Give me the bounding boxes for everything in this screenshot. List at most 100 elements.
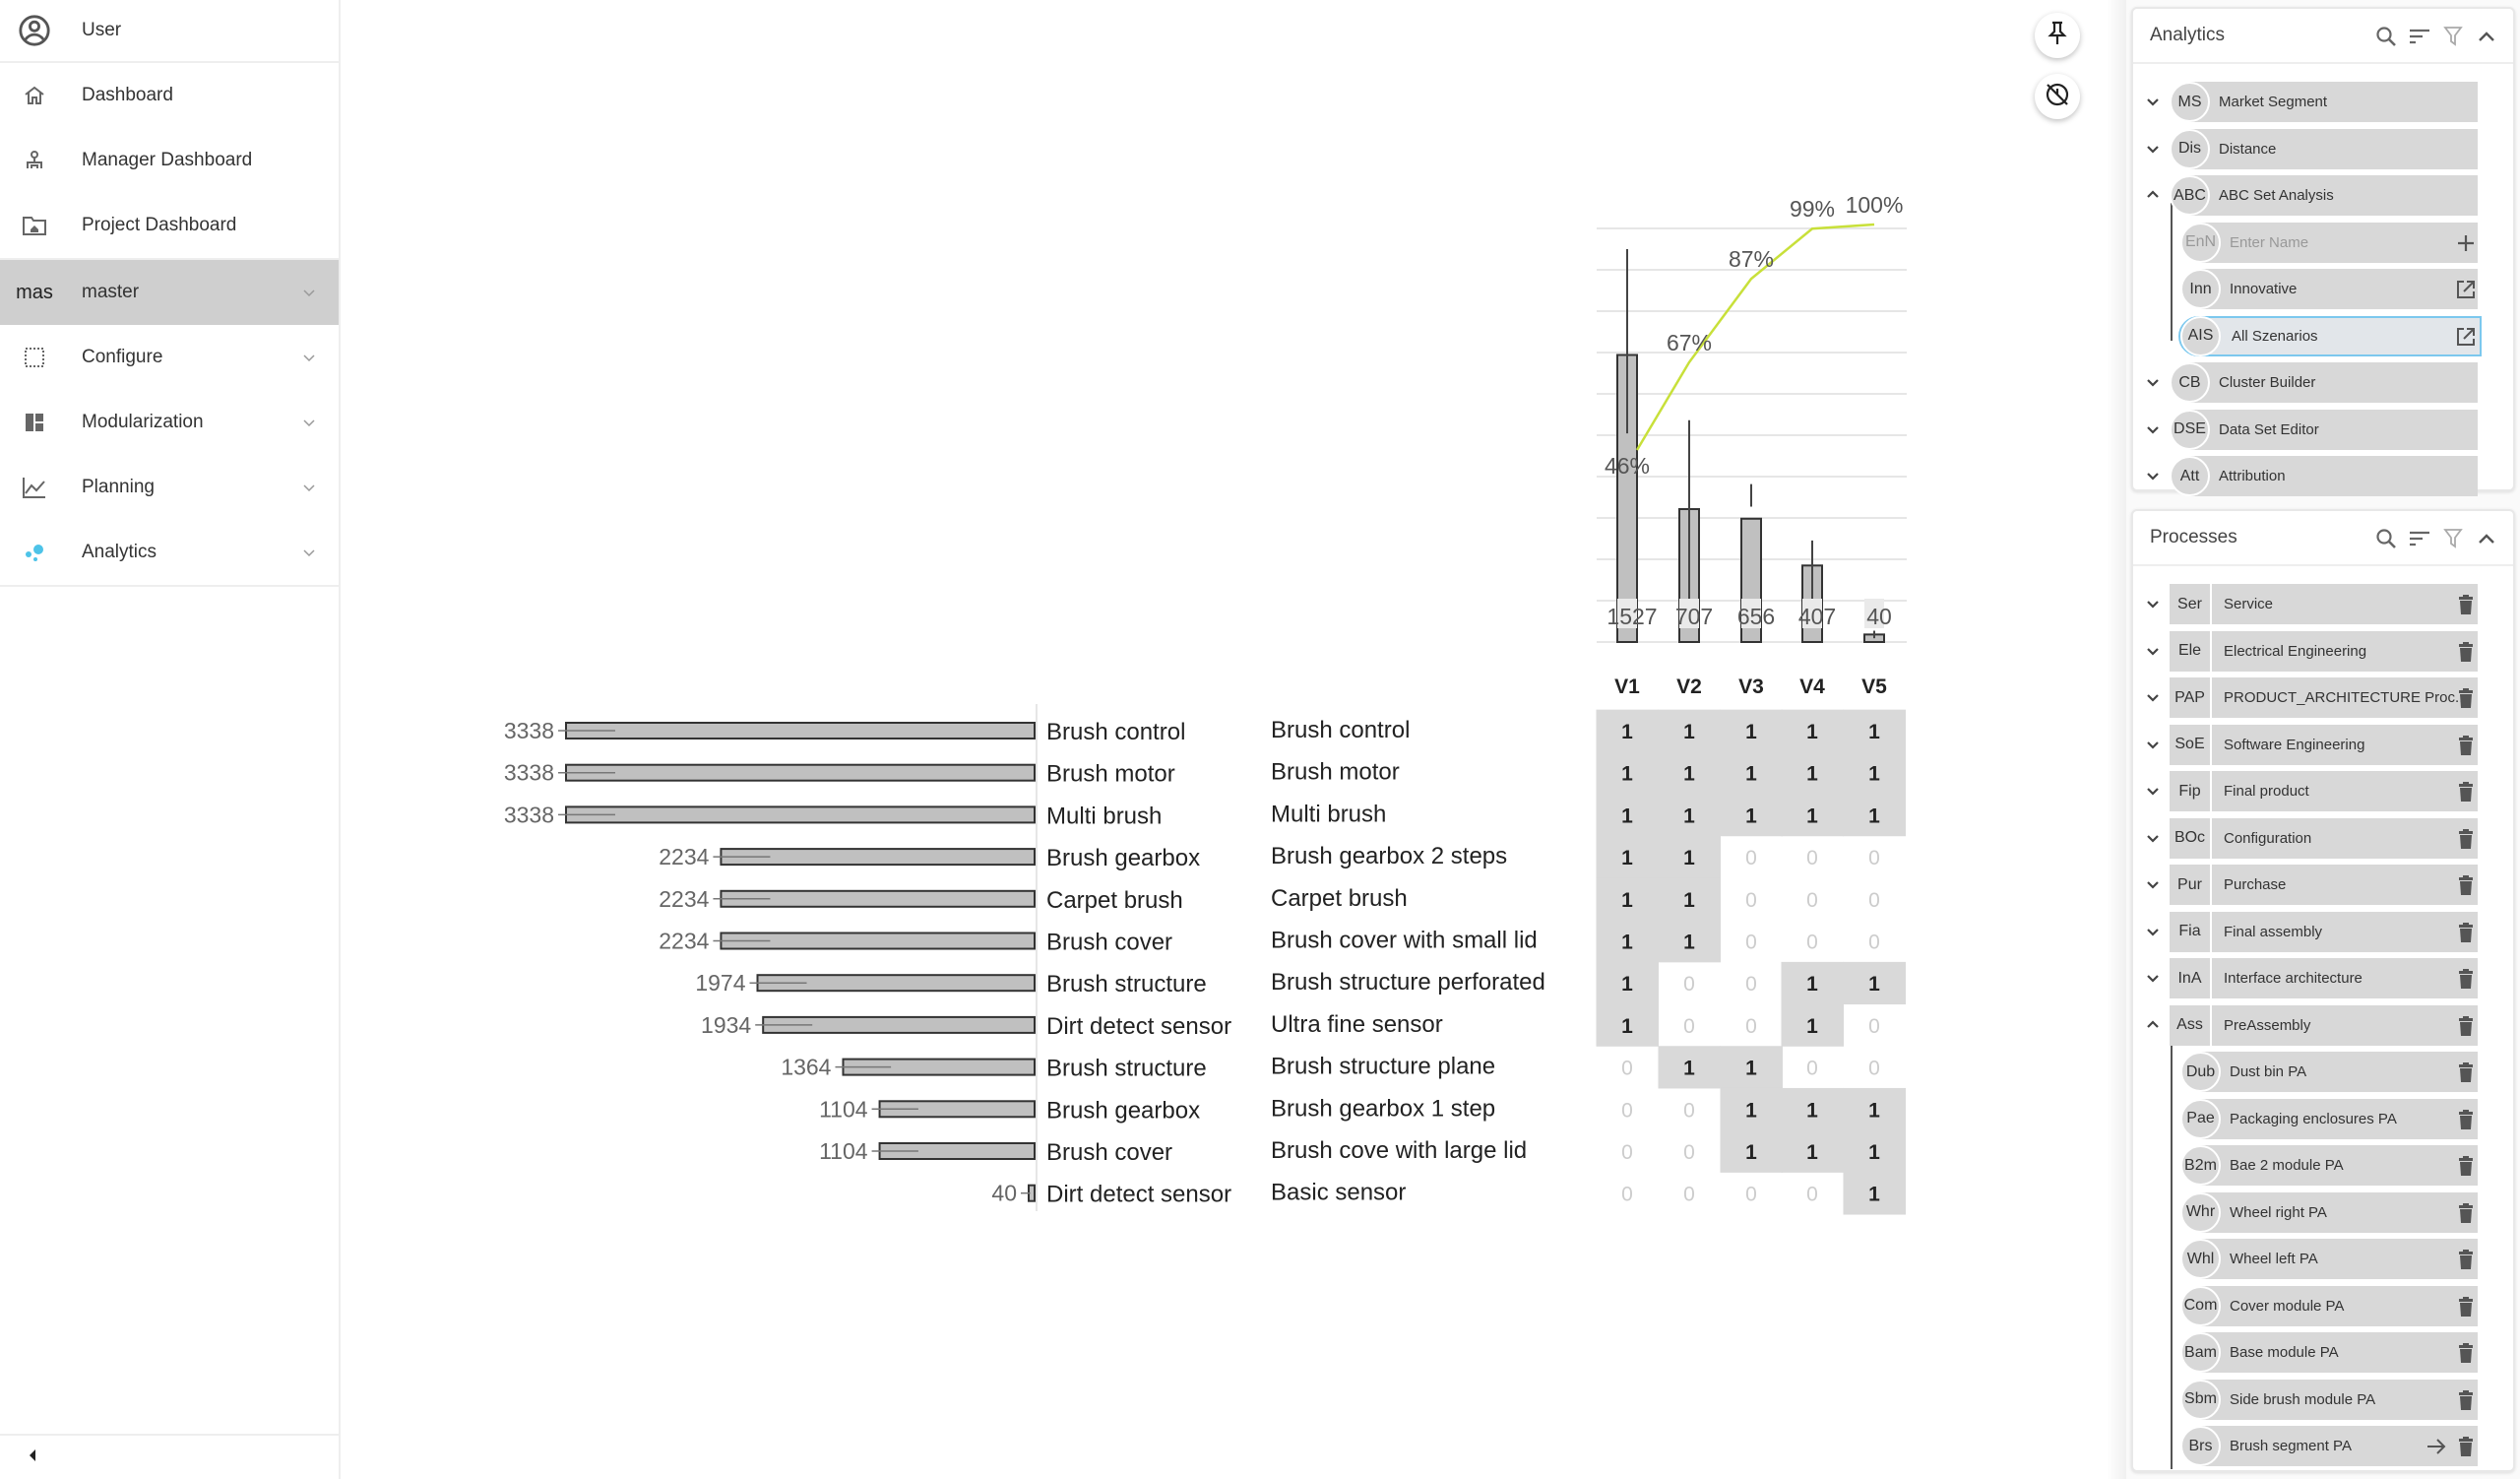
item-label-bar[interactable]: Service [2212, 584, 2478, 624]
chevron-up-icon[interactable] [2474, 24, 2499, 49]
trash-icon[interactable] [2455, 687, 2477, 709]
item-label-bar[interactable]: Wheel right PA [2200, 1191, 2478, 1233]
item-label-bar[interactable]: ABC Set Analysis [2189, 175, 2478, 216]
tree-child-item[interactable]: EnN Enter Name [2133, 222, 2513, 263]
item-label-bar[interactable]: Distance [2189, 128, 2478, 169]
trash-icon[interactable] [2455, 828, 2477, 850]
tree-child-item[interactable]: Pae Packaging enclosures PA [2133, 1098, 2513, 1139]
item-label-bar[interactable]: PreAssembly [2212, 1004, 2478, 1046]
trash-icon[interactable] [2455, 968, 2477, 990]
chevron-down-icon[interactable] [2145, 468, 2161, 483]
trash-icon[interactable] [2455, 594, 2477, 615]
tree-item[interactable]: BOc Configuration [2133, 817, 2513, 859]
trash-icon[interactable] [2455, 1296, 2477, 1318]
tree-child-item[interactable]: AIS All Szenarios [2133, 315, 2513, 356]
item-label-bar[interactable]: Dust bin PA [2200, 1052, 2478, 1092]
item-label-bar[interactable]: Attribution [2189, 456, 2478, 496]
chevron-down-icon[interactable] [2145, 876, 2161, 892]
tree-child-item[interactable]: Whl Wheel left PA [2133, 1239, 2513, 1279]
chevron-down-icon[interactable] [2145, 689, 2161, 705]
sort-icon[interactable] [2407, 24, 2432, 49]
tree-child-item[interactable]: Whr Wheel right PA [2133, 1191, 2513, 1233]
tree-item[interactable]: Ass PreAssembly [2133, 1004, 2513, 1046]
chevron-down-icon[interactable] [2145, 141, 2161, 157]
tree-child-item[interactable]: B2m Bae 2 module PA [2133, 1145, 2513, 1186]
item-label-bar[interactable]: Final product [2212, 771, 2478, 811]
item-label-bar[interactable]: Purchase [2212, 865, 2478, 905]
tree-item[interactable]: DSE Data Set Editor [2133, 409, 2513, 450]
tree-item[interactable]: CB Cluster Builder [2133, 362, 2513, 403]
chevron-up-icon[interactable] [2474, 526, 2499, 551]
chevron-down-icon[interactable] [2145, 94, 2161, 109]
tree-item[interactable]: Ser Service [2133, 584, 2513, 624]
tree-child-item[interactable]: Brs Brush segment PA [2133, 1426, 2513, 1466]
item-label-bar[interactable]: PRODUCT_ARCHITECTURE Proc... [2212, 677, 2478, 718]
hide-button[interactable] [2035, 74, 2080, 119]
tree-item[interactable]: Pur Purchase [2133, 865, 2513, 905]
tree-item[interactable]: Fip Final product [2133, 771, 2513, 811]
item-label-bar[interactable]: Base module PA [2200, 1332, 2478, 1373]
trash-icon[interactable] [2455, 781, 2477, 803]
trash-icon[interactable] [2455, 1436, 2477, 1457]
filter-icon[interactable] [2440, 526, 2466, 551]
search-icon[interactable] [2373, 526, 2399, 551]
trash-icon[interactable] [2455, 1202, 2477, 1224]
chevron-up-icon[interactable] [2145, 187, 2161, 203]
item-label-bar[interactable]: Cover module PA [2200, 1285, 2478, 1326]
trash-icon[interactable] [2455, 1015, 2477, 1037]
trash-icon[interactable] [2455, 1389, 2477, 1411]
plus-icon[interactable] [2455, 232, 2477, 254]
tree-child-item[interactable]: Bam Base module PA [2133, 1332, 2513, 1373]
tree-item[interactable]: ABC ABC Set Analysis [2133, 175, 2513, 216]
chevron-down-icon[interactable] [2145, 783, 2161, 799]
chevron-down-icon[interactable] [2145, 374, 2161, 390]
arrow-right-icon[interactable] [2426, 1436, 2447, 1457]
chevron-down-icon[interactable] [2145, 421, 2161, 437]
tree-item[interactable]: Ele Electrical Engineering [2133, 630, 2513, 672]
item-label-bar[interactable]: Innovative [2200, 269, 2478, 309]
trash-icon[interactable] [2455, 922, 2477, 943]
item-label-bar[interactable]: Bae 2 module PA [2200, 1145, 2478, 1186]
tree-child-item[interactable]: Dub Dust bin PA [2133, 1052, 2513, 1092]
tree-child-item[interactable]: Sbm Side brush module PA [2133, 1379, 2513, 1420]
chevron-down-icon[interactable] [2145, 924, 2161, 939]
item-label-bar[interactable]: Interface architecture [2212, 958, 2478, 998]
trash-icon[interactable] [2455, 735, 2477, 756]
trash-icon[interactable] [2455, 874, 2477, 896]
chevron-down-icon[interactable] [2145, 830, 2161, 846]
item-label-bar[interactable]: Final assembly [2212, 911, 2478, 952]
chevron-down-icon[interactable] [2145, 737, 2161, 752]
item-label-bar[interactable]: Enter Name [2200, 222, 2478, 263]
new-item-name-input[interactable]: Enter Name [2230, 234, 2308, 251]
item-label-bar[interactable]: Cluster Builder [2189, 362, 2478, 403]
tree-item[interactable]: InA Interface architecture [2133, 958, 2513, 998]
item-label-bar[interactable]: Electrical Engineering [2212, 630, 2478, 672]
trash-icon[interactable] [2455, 1061, 2477, 1083]
tree-item[interactable]: SoE Software Engineering [2133, 724, 2513, 765]
trash-icon[interactable] [2455, 1109, 2477, 1130]
chevron-up-icon[interactable] [2145, 1017, 2161, 1033]
tree-item[interactable]: Dis Distance [2133, 128, 2513, 169]
search-icon[interactable] [2373, 24, 2399, 49]
item-label-bar[interactable]: Wheel left PA [2200, 1239, 2478, 1279]
tree-child-item[interactable]: Inn Innovative [2133, 269, 2513, 309]
item-label-bar[interactable]: All Szenarios [2178, 315, 2482, 356]
tree-child-item[interactable]: Com Cover module PA [2133, 1285, 2513, 1326]
item-label-bar[interactable]: Side brush module PA [2200, 1379, 2478, 1420]
item-label-bar[interactable]: Data Set Editor [2189, 409, 2478, 450]
tree-item[interactable]: MS Market Segment [2133, 82, 2513, 122]
chevron-down-icon[interactable] [2145, 970, 2161, 986]
trash-icon[interactable] [2455, 641, 2477, 663]
chevron-down-icon[interactable] [2145, 643, 2161, 659]
trash-icon[interactable] [2455, 1342, 2477, 1364]
filter-icon[interactable] [2440, 24, 2466, 49]
trash-icon[interactable] [2455, 1249, 2477, 1270]
tree-item[interactable]: PAP PRODUCT_ARCHITECTURE Proc... [2133, 677, 2513, 718]
pin-button[interactable] [2035, 13, 2080, 58]
item-label-bar[interactable]: Packaging enclosures PA [2200, 1098, 2478, 1139]
item-label-bar[interactable]: Software Engineering [2212, 724, 2478, 765]
item-label-bar[interactable]: Market Segment [2189, 82, 2478, 122]
open-external-icon[interactable] [2455, 326, 2477, 348]
tree-item[interactable]: Fia Final assembly [2133, 911, 2513, 952]
sort-icon[interactable] [2407, 526, 2432, 551]
